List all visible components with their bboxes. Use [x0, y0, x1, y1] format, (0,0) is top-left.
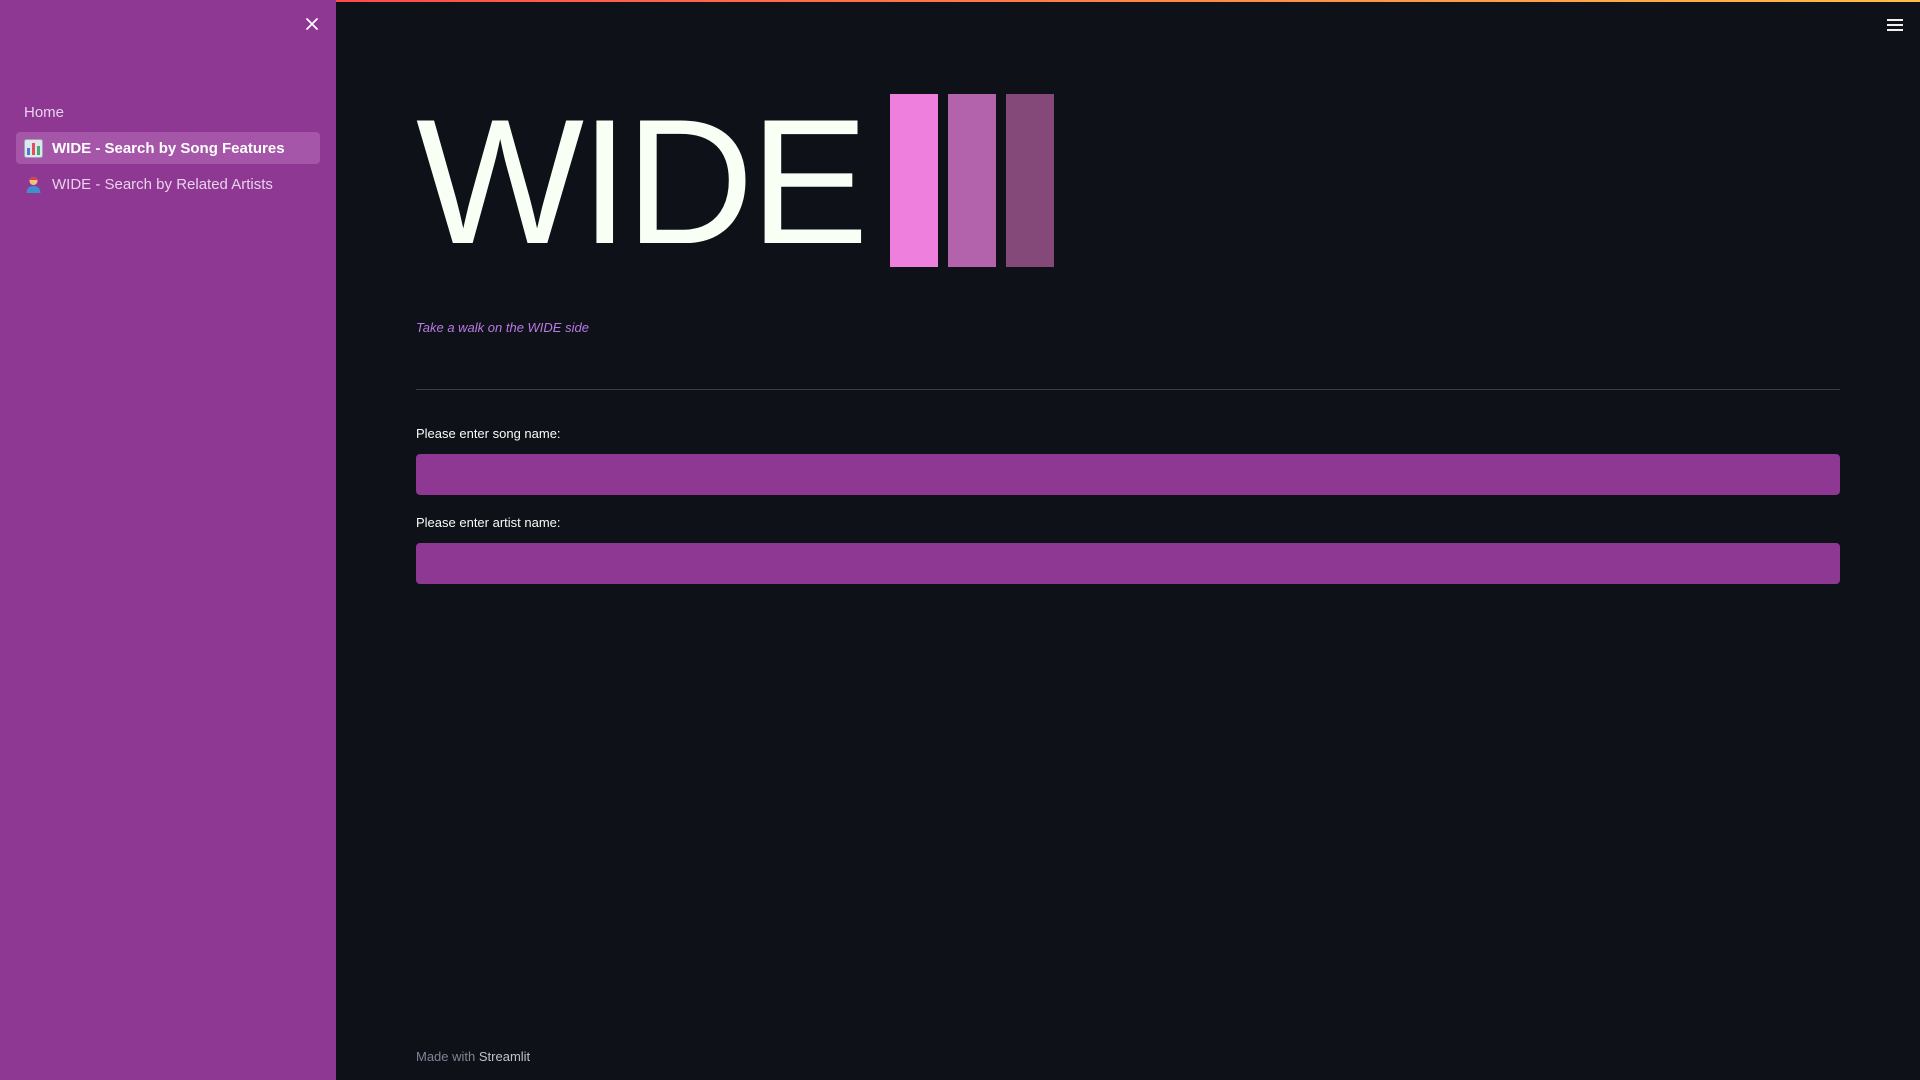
sidebar-item-search-by-song-features[interactable]: WIDE - Search by Song Features [16, 132, 320, 164]
person-icon [24, 175, 43, 194]
close-icon [306, 18, 318, 30]
hamburger-icon-line [1887, 24, 1903, 26]
close-sidebar-button[interactable] [301, 13, 323, 35]
sidebar-item-search-by-related-artists[interactable]: WIDE - Search by Related Artists [16, 168, 320, 200]
footer: Made with Streamlit [416, 1049, 530, 1064]
main-content: WIDE Take a walk on the WIDE side Please… [416, 0, 1840, 1080]
bar-chart-icon [24, 138, 43, 158]
divider [416, 389, 1840, 390]
logo-bar-2 [948, 94, 996, 267]
logo-bar-1 [890, 94, 938, 267]
song-name-input[interactable] [416, 454, 1840, 495]
logo-bar-3 [1006, 94, 1054, 267]
app-root: Home WIDE - Search by Song Features WIDE… [0, 0, 1920, 1080]
sidebar-item-label: WIDE - Search by Song Features [52, 139, 285, 157]
hamburger-icon-line [1887, 29, 1903, 31]
sidebar-item-label: WIDE - Search by Related Artists [52, 175, 273, 193]
sidebar-item-label: Home [24, 103, 65, 121]
footer-prefix: Made with [416, 1049, 476, 1064]
sidebar-item-home[interactable]: Home [16, 96, 320, 128]
streamlit-link[interactable]: Streamlit [479, 1049, 530, 1064]
tagline: Take a walk on the WIDE side [416, 320, 589, 335]
main-menu-button[interactable] [1885, 17, 1905, 33]
sidebar: Home WIDE - Search by Song Features WIDE… [0, 0, 336, 1080]
artist-name-input[interactable] [416, 543, 1840, 584]
hamburger-icon [1887, 19, 1903, 21]
logo-text: WIDE [416, 82, 869, 281]
song-name-label: Please enter song name: [416, 426, 561, 441]
artist-name-label: Please enter artist name: [416, 515, 561, 530]
wide-logo: WIDE [416, 92, 1056, 272]
sidebar-nav: Home WIDE - Search by Song Features WIDE… [16, 96, 320, 204]
